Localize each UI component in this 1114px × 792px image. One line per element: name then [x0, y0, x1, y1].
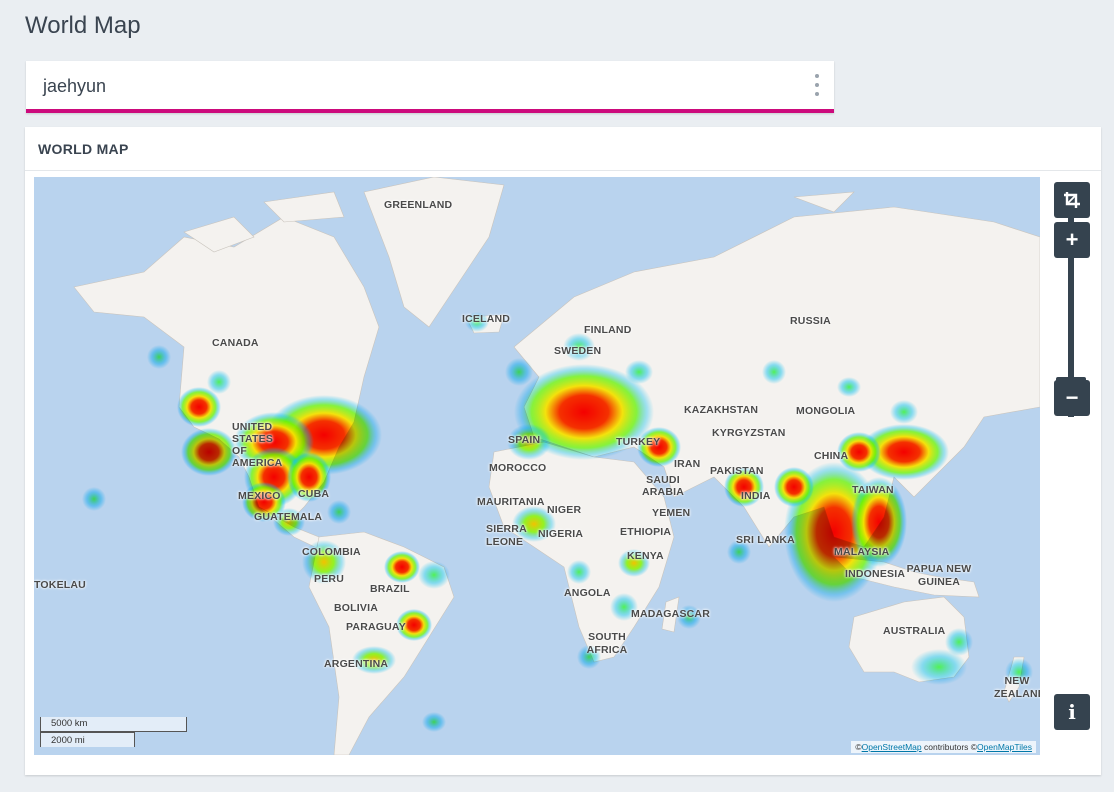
- label-sri-lanka: SRI LANKA: [736, 534, 795, 546]
- label-iceland: ICELAND: [462, 313, 511, 325]
- openmaptiles-link[interactable]: OpenMapTiles: [977, 742, 1032, 752]
- label-mongolia: MONGOLIA: [796, 405, 856, 417]
- scale-bar-mi: 2000 mi: [40, 732, 135, 747]
- label-argentina: ARGENTINA: [324, 658, 389, 670]
- label-south-africa: SOUTH AFRICA: [586, 631, 628, 656]
- label-saudi-arabia: SAUDI ARABIA: [641, 474, 685, 498]
- label-pakistan: PAKISTAN: [710, 465, 764, 477]
- world-map-panel: WORLD MAP GREENLAND ICELAND FINLAND RUSS…: [25, 127, 1101, 775]
- selector-value: jaehyun: [43, 76, 107, 96]
- info-icon: i: [1068, 700, 1076, 724]
- page-title: World Map: [25, 12, 141, 39]
- user-selector[interactable]: jaehyun: [26, 61, 834, 113]
- zoom-in-button[interactable]: +: [1054, 222, 1090, 258]
- label-sierra-leone: SIERRA LEONE: [486, 523, 527, 548]
- map-canvas[interactable]: GREENLAND ICELAND FINLAND RUSSIA CANADA …: [34, 177, 1040, 755]
- label-australia: AUSTRALIA: [883, 625, 946, 637]
- more-options-icon[interactable]: [810, 74, 824, 96]
- label-india: INDIA: [741, 490, 771, 502]
- label-kenya: KENYA: [627, 550, 664, 562]
- label-brazil: BRAZIL: [370, 583, 410, 595]
- label-new-zealand: NEW ZEALAND: [994, 675, 1040, 700]
- label-russia: RUSSIA: [790, 315, 831, 327]
- osm-link[interactable]: OpenStreetMap: [862, 742, 922, 752]
- panel-title: WORLD MAP: [38, 141, 129, 157]
- label-sweden: SWEDEN: [554, 345, 602, 357]
- label-guatemala: GUATEMALA: [254, 511, 323, 523]
- panel-header: WORLD MAP: [25, 127, 1101, 171]
- label-morocco: MOROCCO: [489, 462, 547, 474]
- label-yemen: YEMEN: [652, 507, 691, 519]
- label-colombia: COLOMBIA: [302, 546, 361, 558]
- scale-bar-km: 5000 km: [40, 717, 187, 732]
- label-peru: PERU: [314, 573, 344, 585]
- label-mexico: MEXICO: [238, 490, 281, 502]
- label-madagascar: MADAGASCAR: [631, 608, 710, 620]
- label-malaysia: MALAYSIA: [834, 546, 890, 558]
- label-iran: IRAN: [674, 458, 701, 470]
- map-attribution: ©OpenStreetMap contributors ©OpenMapTile…: [851, 741, 1036, 753]
- label-kazakhstan: KAZAKHSTAN: [684, 404, 759, 416]
- label-spain: SPAIN: [508, 434, 541, 446]
- label-united-states: UNITED STATES OF AMERICA: [232, 421, 283, 469]
- label-china: CHINA: [814, 450, 849, 462]
- label-indonesia: INDONESIA: [845, 568, 906, 580]
- label-papua-new-guinea: PAPUA NEW GUINEA: [906, 563, 972, 588]
- label-finland: FINLAND: [584, 324, 632, 336]
- label-canada: CANADA: [212, 337, 259, 349]
- zoom-out-button[interactable]: −: [1054, 380, 1090, 416]
- label-greenland: GREENLAND: [384, 199, 453, 211]
- label-bolivia: BOLIVIA: [334, 602, 378, 614]
- label-tokelau: TOKELAU: [34, 579, 86, 591]
- label-kyrgyzstan: KYRGYZSTAN: [712, 427, 786, 439]
- label-paraguay: PARAGUAY: [346, 621, 406, 633]
- label-nigeria: NIGERIA: [538, 528, 584, 540]
- label-taiwan: TAIWAN: [852, 484, 894, 496]
- label-mauritania: MAURITANIA: [477, 496, 545, 508]
- label-angola: ANGOLA: [564, 587, 611, 599]
- plus-icon: +: [1065, 227, 1079, 252]
- info-button[interactable]: i: [1054, 694, 1090, 730]
- label-turkey: TURKEY: [616, 436, 661, 448]
- label-ethiopia: ETHIOPIA: [620, 526, 672, 538]
- label-cuba: CUBA: [298, 488, 330, 500]
- label-niger: NIGER: [547, 504, 582, 516]
- minus-icon: −: [1065, 385, 1079, 410]
